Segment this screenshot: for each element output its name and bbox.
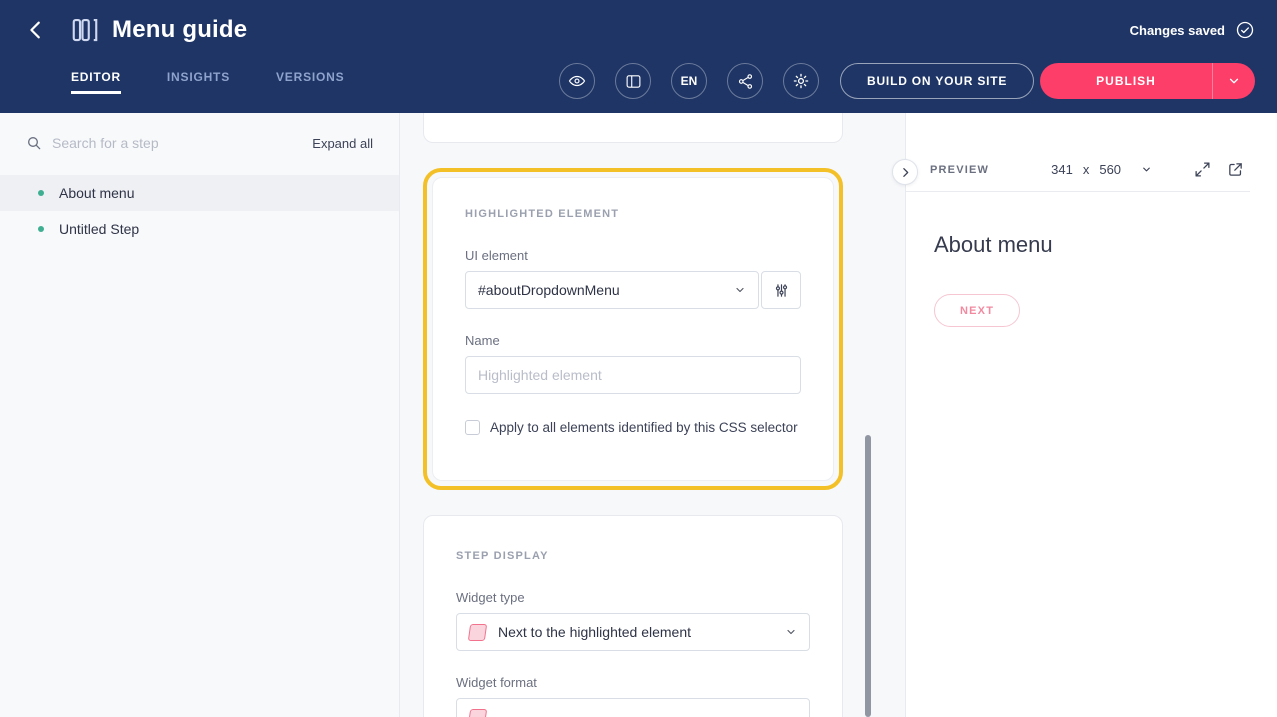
step-display-card: STEP DISPLAY Widget type Next to the hig… (423, 515, 843, 717)
layout-button[interactable] (615, 63, 651, 99)
preview-step-title: About menu (934, 232, 1249, 258)
preview-size-separator: x (1083, 162, 1090, 177)
expand-icon (1194, 161, 1211, 178)
preview-header-actions (1194, 161, 1244, 178)
step-status-dot-icon (38, 226, 44, 232)
preview-title: PREVIEW (930, 164, 989, 176)
editor-scrollbar[interactable] (865, 435, 871, 717)
ui-element-value: #aboutDropdownMenu (478, 282, 620, 298)
chevron-down-icon (785, 626, 797, 638)
changes-saved-status: Changes saved (1130, 20, 1255, 40)
gear-icon (792, 72, 810, 90)
preview-height-value: 560 (1099, 162, 1121, 177)
chevron-down-icon (1227, 74, 1241, 88)
check-circle-icon (1235, 20, 1255, 40)
step-status-dot-icon (38, 190, 44, 196)
ui-element-label: UI element (465, 248, 801, 263)
widget-type-label: Widget type (456, 590, 810, 605)
chevron-down-icon (734, 284, 746, 296)
highlighted-element-card: HIGHLIGHTED ELEMENT UI element #aboutDro… (432, 177, 834, 481)
apply-all-checkbox-row[interactable]: Apply to all elements identified by this… (465, 420, 801, 435)
chevron-right-icon (899, 166, 912, 179)
publish-button-group: PUBLISH (1040, 63, 1255, 99)
preview-next-button[interactable]: NEXT (934, 294, 1020, 327)
widget-type-icon (468, 624, 487, 641)
tab-versions[interactable]: VERSIONS (276, 70, 344, 94)
name-label: Name (465, 333, 801, 348)
apply-all-checkbox[interactable] (465, 420, 480, 435)
top-header: Menu guide Changes saved EDITOR INSIGHTS… (0, 0, 1277, 113)
settings-button[interactable] (783, 63, 819, 99)
step-label: Untitled Step (59, 221, 139, 237)
widget-format-icon (468, 709, 487, 717)
back-button[interactable] (22, 16, 50, 44)
sliders-icon (773, 282, 790, 299)
expand-preview-button[interactable] (1194, 161, 1211, 178)
widget-type-select[interactable]: Next to the highlighted element (456, 613, 810, 651)
preview-content: About menu NEXT (906, 192, 1277, 367)
step-item-about-menu[interactable]: About menu (0, 175, 399, 211)
element-picker-button[interactable] (761, 271, 801, 309)
preview-eye-button[interactable] (559, 63, 595, 99)
app-window: Menu guide Changes saved EDITOR INSIGHTS… (0, 0, 1277, 717)
body-layout: Expand all About menu Untitled Step HIGH… (0, 113, 1277, 717)
share-icon (737, 73, 754, 90)
header-toolbar-row: EDITOR INSIGHTS VERSIONS EN (0, 60, 1277, 113)
publish-dropdown-button[interactable] (1212, 63, 1255, 99)
apply-all-checkbox-label: Apply to all elements identified by this… (490, 420, 798, 435)
expand-all-link[interactable]: Expand all (312, 136, 373, 151)
preview-panel: PREVIEW 341 x 560 (905, 113, 1277, 717)
editor-tabs: EDITOR INSIGHTS VERSIONS (71, 70, 344, 94)
chevron-left-icon (25, 19, 47, 41)
step-search-row: Expand all (0, 113, 399, 167)
open-in-new-tab-button[interactable] (1227, 161, 1244, 178)
language-button[interactable]: EN (671, 63, 707, 99)
build-on-your-site-button[interactable]: BUILD ON YOUR SITE (840, 63, 1034, 99)
name-input[interactable] (465, 356, 801, 394)
share-button[interactable] (727, 63, 763, 99)
section-title-step-display: STEP DISPLAY (456, 550, 810, 562)
preview-width-value: 341 (1051, 162, 1073, 177)
step-item-untitled[interactable]: Untitled Step (0, 211, 399, 247)
preview-header: PREVIEW 341 x 560 (906, 148, 1250, 192)
changes-saved-label: Changes saved (1130, 23, 1225, 38)
chevron-down-icon (1141, 164, 1152, 175)
step-search-input[interactable] (52, 135, 312, 151)
widget-format-label: Widget format (456, 675, 810, 690)
app-logo-icon (70, 15, 100, 45)
tab-insights[interactable]: INSIGHTS (167, 70, 230, 94)
language-label: EN (681, 74, 698, 88)
step-list: About menu Untitled Step (0, 175, 399, 247)
steps-sidebar: Expand all About menu Untitled Step (0, 113, 400, 717)
header-icon-buttons: EN (559, 63, 819, 99)
step-label: About menu (59, 185, 135, 201)
ui-element-select[interactable]: #aboutDropdownMenu (465, 271, 759, 309)
publish-button[interactable]: PUBLISH (1040, 63, 1212, 99)
eye-icon (568, 72, 586, 90)
layout-panel-icon (625, 73, 642, 90)
tab-editor[interactable]: EDITOR (71, 70, 121, 94)
editor-main-column: HIGHLIGHTED ELEMENT UI element #aboutDro… (400, 113, 905, 717)
page-title: Menu guide (112, 16, 247, 44)
card-above-partial (423, 113, 843, 143)
header-title-row: Menu guide Changes saved (0, 0, 1277, 60)
preview-size-select[interactable]: 341 x 560 (1051, 162, 1152, 177)
section-title-highlighted-element: HIGHLIGHTED ELEMENT (465, 208, 801, 220)
collapse-preview-button[interactable] (892, 159, 918, 185)
widget-format-select[interactable] (456, 698, 810, 717)
highlighted-card-outline: HIGHLIGHTED ELEMENT UI element #aboutDro… (423, 168, 843, 490)
widget-type-value: Next to the highlighted element (498, 624, 691, 640)
search-icon (26, 135, 42, 151)
external-link-icon (1227, 161, 1244, 178)
ui-element-row: #aboutDropdownMenu (465, 271, 801, 309)
